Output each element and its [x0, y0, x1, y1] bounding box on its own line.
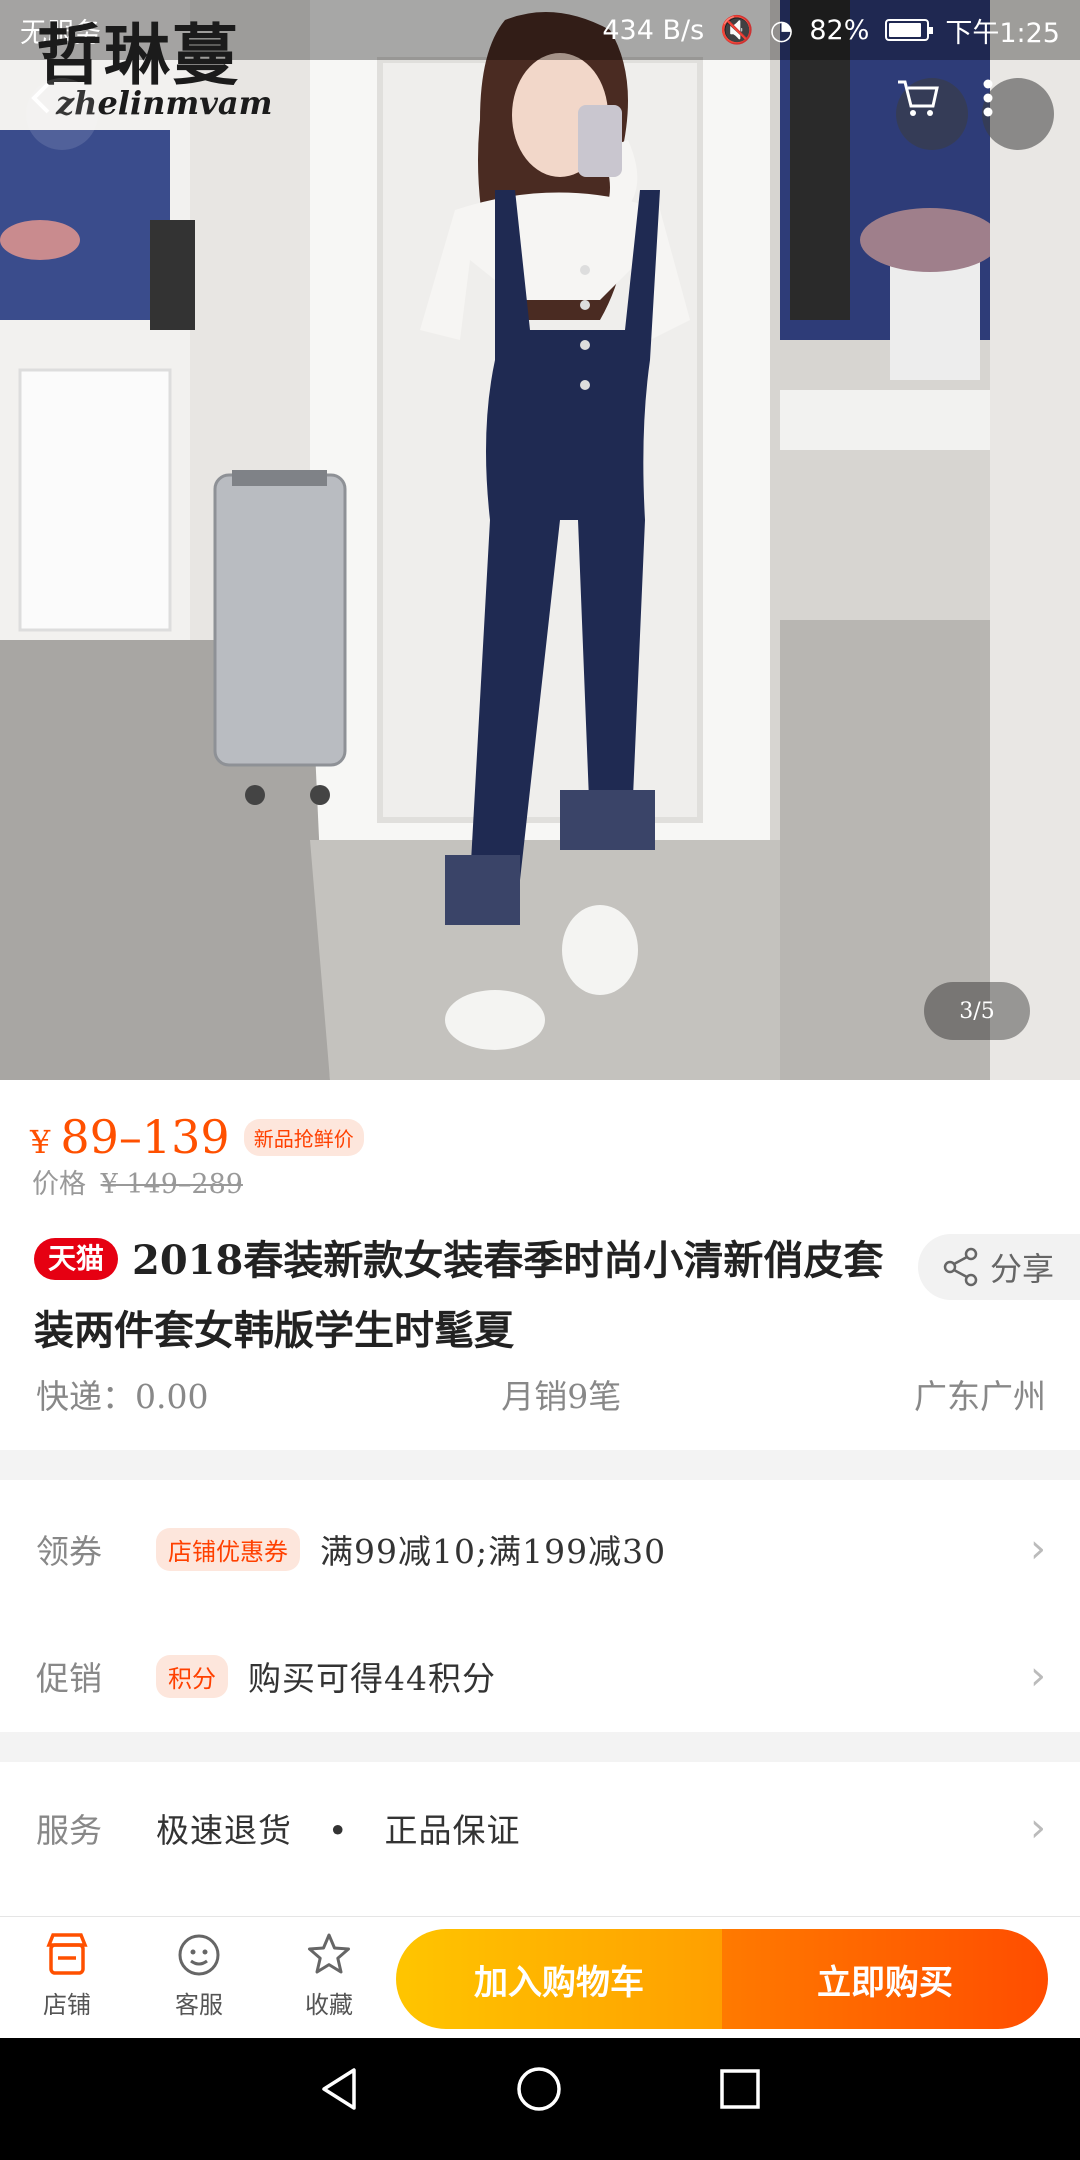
service-row[interactable]: 服务 极速退货 • 正品保证 › — [36, 1804, 1046, 1852]
separator-dot: • — [328, 1811, 349, 1850]
more-options-button[interactable] — [982, 78, 1054, 150]
original-price-value: ¥ 149–289 — [100, 1169, 243, 1200]
section-divider — [0, 1732, 1080, 1762]
promotion-row[interactable]: 促销 积分 购买可得44积分 › — [36, 1652, 1046, 1700]
shipping-fee: 快递：0.00 — [36, 1377, 209, 1416]
cart-button[interactable] — [896, 78, 968, 150]
buy-now-button[interactable]: 立即购买 — [722, 1929, 1048, 2029]
service-item: 极速退货 — [156, 1811, 292, 1850]
coupon-chip: 店铺优惠券 — [156, 1527, 300, 1571]
nav-home-icon[interactable] — [514, 2064, 564, 2114]
service-item: 正品保证 — [384, 1811, 521, 1850]
product-meta-row: 快递：0.00 月销9笔 广东广州 — [36, 1370, 1046, 1418]
shop-button[interactable]: 店铺 — [12, 1931, 122, 2020]
price-row: ¥89–139 新品抢鲜价 — [30, 1110, 364, 1164]
monthly-sales: 月销9笔 — [501, 1377, 622, 1416]
coupon-label: 领券 — [36, 1532, 102, 1571]
share-label: 分享 — [990, 1250, 1055, 1288]
currency-symbol: ¥ — [30, 1123, 51, 1161]
coupon-row[interactable]: 领券 店铺优惠券 满99减10;满199减30 › — [36, 1525, 1046, 1573]
current-price: ¥89–139 — [30, 1110, 230, 1164]
tmall-badge: 天猫 — [34, 1238, 119, 1280]
star-icon — [308, 1933, 350, 1974]
service-label: 服务 — [36, 1811, 102, 1850]
chevron-right-icon: › — [1030, 1653, 1046, 1699]
promotion-label: 促销 — [36, 1659, 102, 1698]
product-photo-illustration — [0, 0, 1080, 1080]
original-price-label: 价格 — [32, 1169, 86, 1200]
price-range: 89–139 — [60, 1110, 230, 1164]
share-icon — [943, 1247, 978, 1287]
shop-label: 店铺 — [43, 1991, 91, 2019]
promo-tag: 新品抢鲜价 — [243, 1118, 364, 1156]
brand-name-cn: 哲琳蔓 — [36, 16, 240, 94]
image-pager: 3/5 — [924, 982, 1030, 1040]
more-vertical-icon — [983, 79, 993, 117]
shop-icon — [46, 1933, 88, 1975]
product-image[interactable]: 无服务 434 B/s 🔇 ◔ 82% 下午1:25 哲琳蔓 zhelinmva… — [0, 0, 1080, 1080]
add-to-cart-button[interactable]: 加入购物车 — [396, 1929, 722, 2029]
network-speed: 434 B/s — [602, 14, 705, 46]
mute-icon: 🔇 — [720, 15, 754, 46]
points-chip: 积分 — [156, 1654, 228, 1698]
original-price-row: 价格 ¥ 149–289 — [32, 1162, 243, 1201]
share-button[interactable]: 分享 — [918, 1234, 1080, 1300]
bottom-action-bar: 店铺 客服 收藏 加入购物车 立即购买 — [0, 1916, 1080, 2038]
customer-service-button[interactable]: 客服 — [144, 1931, 254, 2020]
system-navigation-bar — [0, 2038, 1080, 2160]
battery-icon — [885, 19, 934, 41]
favorite-button[interactable]: 收藏 — [274, 1931, 384, 2020]
customer-service-icon — [178, 1934, 220, 1976]
product-title-block: 天猫 2018春装新款女装春季时尚小清新俏皮套装两件套女韩版学生时髦夏 — [34, 1226, 896, 1366]
ship-location: 广东广州 — [913, 1377, 1046, 1416]
section-divider — [0, 1450, 1080, 1480]
chevron-right-icon: › — [1030, 1526, 1046, 1572]
clock: 下午1:25 — [945, 17, 1060, 49]
shopping-cart-icon — [898, 80, 939, 116]
product-title: 2018春装新款女装春季时尚小清新俏皮套装两件套女韩版学生时髦夏 — [34, 1237, 884, 1354]
favorite-label: 收藏 — [305, 1991, 353, 2019]
chevron-left-icon — [31, 82, 50, 114]
chevron-right-icon: › — [1030, 1805, 1046, 1851]
nav-recents-icon[interactable] — [716, 2064, 764, 2114]
wifi-icon: ◔ — [769, 14, 794, 46]
promotion-text: 购买可得44积分 — [248, 1659, 496, 1698]
nav-back-icon[interactable] — [316, 2064, 364, 2114]
back-button[interactable] — [26, 78, 98, 150]
customer-service-label: 客服 — [175, 1991, 223, 2019]
coupon-text: 满99减10;满199减30 — [320, 1532, 667, 1571]
battery-percent: 82% — [809, 14, 870, 46]
